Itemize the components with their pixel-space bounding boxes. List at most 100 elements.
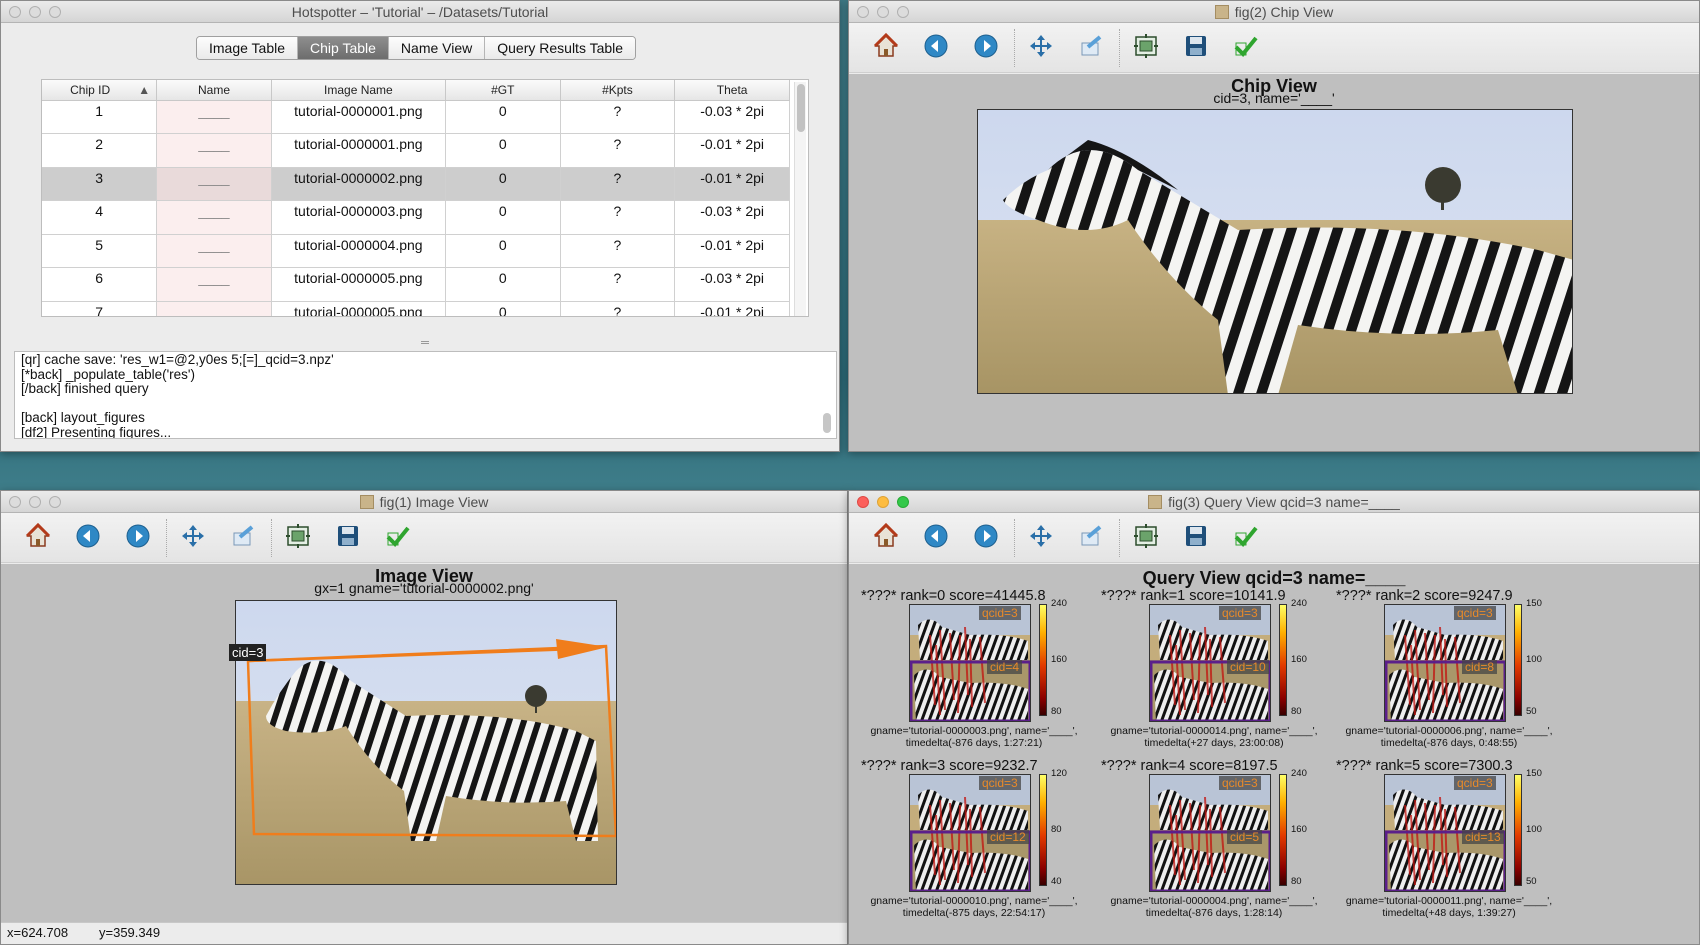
cell-kpts[interactable]: ?: [560, 133, 676, 168]
close-window-button[interactable]: [857, 6, 869, 18]
back-button[interactable]: [921, 523, 951, 553]
cell-chip-id[interactable]: 2: [42, 133, 158, 168]
table-row[interactable]: 2 ____ tutorial-0000001.png 0? -0.01 * 2pi: [42, 133, 790, 168]
column-header-gt[interactable]: #GT: [445, 80, 561, 101]
chip-image[interactable]: [977, 109, 1573, 394]
console-scroll-thumb[interactable]: [823, 413, 831, 433]
minimize-window-button[interactable]: [877, 6, 889, 18]
pan-button[interactable]: [1026, 33, 1056, 63]
tab-chip-table[interactable]: Chip Table: [298, 37, 389, 59]
check-button[interactable]: [383, 523, 413, 553]
minimize-window-button[interactable]: [29, 6, 41, 18]
zoom-button[interactable]: [1076, 523, 1106, 553]
image-view-titlebar[interactable]: fig(1) Image View: [1, 491, 847, 513]
cell-name[interactable]: ____: [156, 100, 272, 134]
table-row[interactable]: 1 ____ tutorial-0000001.png 0? -0.03 * 2pi: [42, 100, 790, 134]
cell-chip-id[interactable]: 7: [42, 301, 158, 316]
subplots-button[interactable]: [1131, 33, 1161, 63]
forward-button[interactable]: [971, 33, 1001, 63]
cell-image-name[interactable]: tutorial-0000001.png: [271, 133, 446, 168]
cell-kpts[interactable]: ?: [560, 200, 676, 235]
table-row[interactable]: 7 ____ tutorial-0000005.png 0? -0.01 * 2pi: [42, 301, 790, 316]
back-button[interactable]: [73, 523, 103, 553]
forward-button[interactable]: [123, 523, 153, 553]
cell-kpts[interactable]: ?: [560, 301, 676, 316]
table-scroll-thumb[interactable]: [797, 84, 805, 132]
cell-gt[interactable]: 0: [445, 301, 561, 316]
cell-chip-id[interactable]: 3: [42, 167, 158, 201]
cell-chip-id[interactable]: 6: [42, 267, 158, 302]
save-button[interactable]: [1181, 523, 1211, 553]
splitter-handle[interactable]: [421, 341, 429, 344]
minimize-window-button[interactable]: [877, 496, 889, 508]
cell-kpts[interactable]: ?: [560, 167, 676, 201]
cell-gt[interactable]: 0: [445, 167, 561, 201]
back-button[interactable]: [921, 33, 951, 63]
query-view-titlebar[interactable]: fig(3) Query View qcid=3 name=____: [849, 491, 1699, 513]
cell-name[interactable]: ____: [156, 133, 272, 168]
cell-name[interactable]: ____: [156, 267, 272, 302]
cell-kpts[interactable]: ?: [560, 267, 676, 302]
cell-name[interactable]: ____: [156, 234, 272, 268]
zoom-window-button[interactable]: [897, 496, 909, 508]
tab-image-table[interactable]: Image Table: [197, 37, 299, 59]
cell-image-name[interactable]: tutorial-0000004.png: [271, 234, 446, 268]
close-window-button[interactable]: [857, 496, 869, 508]
home-button[interactable]: [871, 32, 901, 63]
column-header-chip-id[interactable]: Chip ID ▲: [42, 80, 158, 101]
cell-kpts[interactable]: ?: [560, 100, 676, 134]
table-scrollbar[interactable]: [794, 82, 806, 316]
zoom-button[interactable]: [228, 523, 258, 553]
cell-image-name[interactable]: tutorial-0000002.png: [271, 167, 446, 201]
main-titlebar[interactable]: Hotspotter – 'Tutorial' – /Datasets/Tuto…: [1, 1, 839, 23]
cell-chip-id[interactable]: 5: [42, 234, 158, 268]
home-button[interactable]: [23, 522, 53, 553]
cell-image-name[interactable]: tutorial-0000005.png: [271, 267, 446, 302]
table-row[interactable]: 5 ____ tutorial-0000004.png 0? -0.01 * 2pi: [42, 234, 790, 268]
zoom-window-button[interactable]: [49, 496, 61, 508]
cell-chip-id[interactable]: 1: [42, 100, 158, 134]
subplots-button[interactable]: [1131, 523, 1161, 553]
column-header-image-name[interactable]: Image Name: [271, 80, 446, 101]
zoom-window-button[interactable]: [897, 6, 909, 18]
cell-gt[interactable]: 0: [445, 133, 561, 168]
cell-gt[interactable]: 0: [445, 200, 561, 235]
cell-image-name[interactable]: tutorial-0000003.png: [271, 200, 446, 235]
zoom-button[interactable]: [1076, 33, 1106, 63]
table-row[interactable]: 3 ____ tutorial-0000002.png 0? -0.01 * 2pi: [42, 167, 790, 201]
chip-view-titlebar[interactable]: fig(2) Chip View: [849, 1, 1699, 23]
save-button[interactable]: [333, 523, 363, 553]
cell-theta[interactable]: -0.03 * 2pi: [674, 100, 790, 134]
cell-gt[interactable]: 0: [445, 267, 561, 302]
cell-theta[interactable]: -0.03 * 2pi: [674, 267, 790, 302]
cell-image-name[interactable]: tutorial-0000005.png: [271, 301, 446, 316]
log-console[interactable]: [qr] cache save: 'res_w1=@2,y0es 5;[=]_q…: [14, 351, 837, 439]
zoom-window-button[interactable]: [49, 6, 61, 18]
minimize-window-button[interactable]: [29, 496, 41, 508]
pan-button[interactable]: [178, 523, 208, 553]
table-row[interactable]: 6 ____ tutorial-0000005.png 0? -0.03 * 2pi: [42, 267, 790, 302]
cell-theta[interactable]: -0.03 * 2pi: [674, 200, 790, 235]
column-header-kpts[interactable]: #Kpts: [560, 80, 676, 101]
cell-theta[interactable]: -0.01 * 2pi: [674, 167, 790, 201]
cell-theta[interactable]: -0.01 * 2pi: [674, 301, 790, 316]
cell-name[interactable]: ____: [156, 301, 272, 316]
tab-name-view[interactable]: Name View: [388, 37, 486, 59]
tab-query-results-table[interactable]: Query Results Table: [485, 37, 636, 59]
cell-gt[interactable]: 0: [445, 234, 561, 268]
check-button[interactable]: [1231, 523, 1261, 553]
cell-name[interactable]: ____: [156, 167, 272, 201]
pan-button[interactable]: [1026, 523, 1056, 553]
full-image[interactable]: [235, 600, 617, 885]
forward-button[interactable]: [971, 523, 1001, 553]
save-button[interactable]: [1181, 33, 1211, 63]
table-row[interactable]: 4 ____ tutorial-0000003.png 0? -0.03 * 2pi: [42, 200, 790, 235]
cell-kpts[interactable]: ?: [560, 234, 676, 268]
column-header-name[interactable]: Name: [156, 80, 272, 101]
cell-image-name[interactable]: tutorial-0000001.png: [271, 100, 446, 134]
close-window-button[interactable]: [9, 496, 21, 508]
cell-gt[interactable]: 0: [445, 100, 561, 134]
close-window-button[interactable]: [9, 6, 21, 18]
column-header-theta[interactable]: Theta: [674, 80, 790, 101]
cell-theta[interactable]: -0.01 * 2pi: [674, 133, 790, 168]
